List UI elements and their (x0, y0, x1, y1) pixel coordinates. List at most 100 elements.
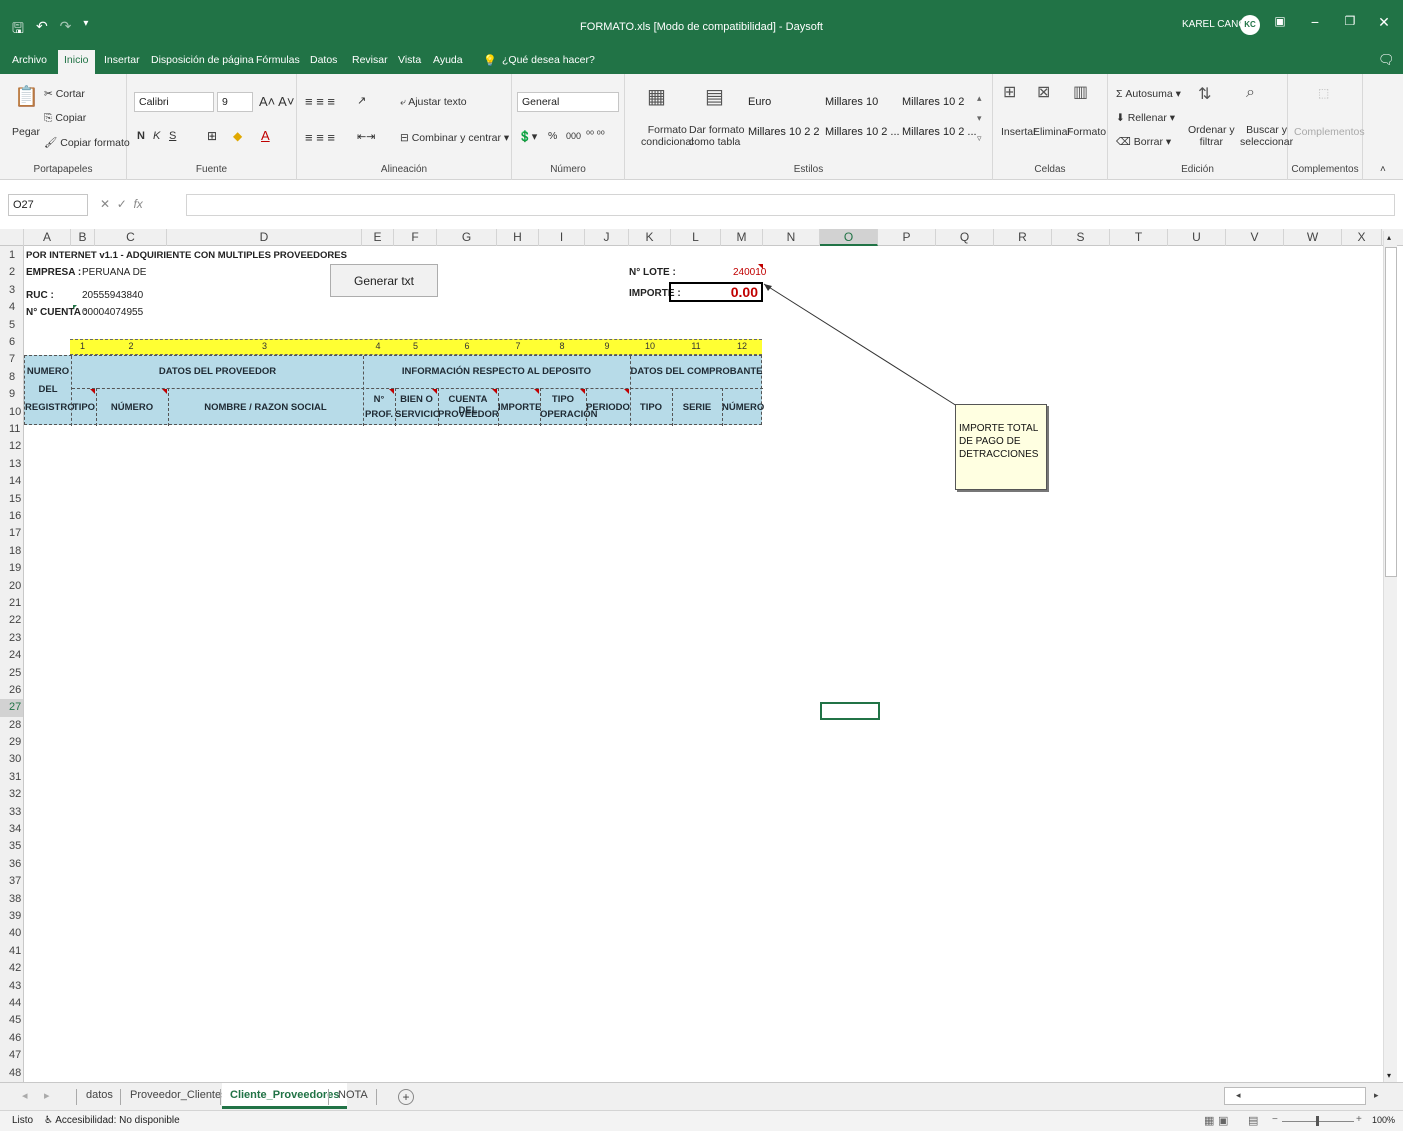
row-header[interactable]: 1 (0, 247, 23, 264)
page-layout-icon[interactable]: ▣ (1218, 1114, 1228, 1127)
user-name[interactable]: KAREL CANO (1182, 19, 1246, 30)
col-header[interactable]: Q (936, 229, 994, 246)
collapse-ribbon-icon[interactable]: ˄ (1380, 164, 1386, 175)
col-header[interactable]: R (994, 229, 1052, 246)
row-header[interactable]: 2 (0, 264, 23, 281)
paste-icon[interactable]: 📋 (14, 84, 39, 109)
styles-scroll-icon[interactable]: ▴ ▾ ▿ (977, 88, 982, 148)
row-header[interactable]: 21 (0, 595, 23, 612)
row-header[interactable]: 15 (0, 491, 23, 508)
format-button[interactable]: Formato (1067, 126, 1106, 138)
row-header[interactable]: 13 (0, 456, 23, 473)
name-box[interactable]: O27 (8, 194, 88, 216)
row-header[interactable]: 6 (0, 334, 23, 351)
thousands-button[interactable]: 000 (566, 131, 581, 141)
sort-filter-icon[interactable]: ⇅ (1198, 84, 1211, 104)
row-header[interactable]: 28 (0, 717, 23, 734)
col-header[interactable]: B (71, 229, 95, 246)
vertical-scroll-thumb[interactable] (1385, 247, 1397, 577)
row-header[interactable]: 16 (0, 508, 23, 525)
accessibility-status[interactable]: ♿ Accesibilidad: No disponible (44, 1115, 180, 1126)
align-left-icon[interactable]: ≡ ≡ ≡ (305, 130, 335, 145)
restore-button[interactable]: ❐ (1338, 14, 1362, 28)
row-header[interactable]: 5 (0, 317, 23, 334)
tab-inicio[interactable]: Inicio (58, 50, 95, 74)
style-euro[interactable]: Euro (748, 96, 771, 108)
row-header[interactable]: 19 (0, 560, 23, 577)
scroll-up-icon[interactable]: ▴ (1387, 233, 1391, 242)
minimize-button[interactable]: − (1303, 14, 1327, 30)
row-header[interactable]: 35 (0, 838, 23, 855)
col-header[interactable]: D (167, 229, 362, 246)
importe-value[interactable]: 0.00 (669, 282, 763, 302)
row-header[interactable]: 30 (0, 751, 23, 768)
merge-center-button[interactable]: ⊟ Combinar y centrar ▾ (400, 132, 509, 144)
row-header[interactable]: 4 (0, 299, 23, 316)
comments-icon[interactable]: 🗨 (1378, 52, 1395, 68)
row-header[interactable]: 3 (0, 282, 23, 299)
next-sheet-icon[interactable]: ▸ (44, 1089, 50, 1102)
addins-button[interactable]: Complementos (1294, 126, 1365, 138)
sheet-tab-nota[interactable]: NOTA (338, 1089, 368, 1101)
ruc-value[interactable]: 20555943840 (82, 290, 143, 301)
row-header[interactable]: 38 (0, 891, 23, 908)
style-millares-10-2-more[interactable]: Millares 10 2 ... (825, 126, 900, 138)
row-header[interactable]: 37 (0, 873, 23, 890)
style-millares-10-2[interactable]: Millares 10 2 (902, 96, 964, 108)
col-header[interactable]: T (1110, 229, 1168, 246)
sort-filter-button[interactable]: Ordenar y filtrar (1188, 124, 1235, 148)
close-button[interactable]: ✕ (1372, 14, 1396, 31)
col-header[interactable]: J (585, 229, 629, 246)
col-header[interactable]: K (629, 229, 671, 246)
formula-input[interactable] (186, 194, 1395, 216)
currency-icon[interactable]: 💲▾ (518, 130, 537, 143)
wrap-text-button[interactable]: ⤶ Ajustar texto (400, 96, 467, 109)
tab-formulas[interactable]: Fórmulas (256, 54, 300, 66)
col-header[interactable]: U (1168, 229, 1226, 246)
page-break-icon[interactable]: ▤ (1248, 1114, 1258, 1127)
row-header[interactable]: 36 (0, 856, 23, 873)
number-format-select[interactable]: General (517, 92, 619, 112)
copy-button[interactable]: ⎘ Copiar (44, 112, 86, 125)
ribbon-display-icon[interactable]: ▣ (1268, 14, 1292, 28)
row-header[interactable]: 9 (0, 386, 23, 403)
col-header[interactable]: G (437, 229, 497, 246)
italic-button[interactable]: K (153, 130, 160, 142)
row-header[interactable]: 33 (0, 804, 23, 821)
zoom-level[interactable]: 100% (1372, 1115, 1395, 1125)
row-header[interactable]: 23 (0, 630, 23, 647)
normal-view-icon[interactable]: ▦ (1204, 1114, 1214, 1127)
font-color-icon[interactable]: A (261, 128, 270, 143)
col-header[interactable]: L (671, 229, 721, 246)
row-header[interactable]: 32 (0, 786, 23, 803)
cut-button[interactable]: ✂ Cortar (44, 88, 85, 100)
scroll-left-icon[interactable]: ◂ (1236, 1090, 1241, 1101)
tab-revisar[interactable]: Revisar (352, 54, 388, 66)
row-header[interactable]: 22 (0, 612, 23, 629)
style-millares-10-2-more-b[interactable]: Millares 10 2 ... (902, 126, 977, 138)
col-header[interactable]: S (1052, 229, 1110, 246)
empresa-value[interactable]: PERUANA DE (82, 267, 146, 278)
row-header[interactable]: 45 (0, 1012, 23, 1029)
format-as-table-button[interactable]: Dar formato como tabla (689, 124, 744, 148)
insert-button[interactable]: Insertar (1001, 126, 1037, 138)
comment-note[interactable]: IMPORTE TOTAL DE PAGO DE DETRACCIONES (955, 404, 1047, 490)
row-header[interactable]: 18 (0, 543, 23, 560)
row-header[interactable]: 42 (0, 960, 23, 977)
col-header[interactable]: M (721, 229, 763, 246)
row-header[interactable]: 40 (0, 925, 23, 942)
format-as-table-icon[interactable]: ▤ (705, 84, 724, 109)
avatar[interactable]: KC (1240, 15, 1260, 35)
tab-archivo[interactable]: Archivo (12, 54, 47, 66)
tell-me-search[interactable]: ¿Qué desea hacer? (502, 54, 595, 66)
find-icon[interactable]: ⌕ (1246, 84, 1255, 102)
row-header[interactable]: 12 (0, 438, 23, 455)
row-header[interactable]: 10 (0, 404, 23, 421)
zoom-slider-thumb[interactable] (1316, 1116, 1319, 1126)
fill-color-icon[interactable]: ◆ (233, 129, 242, 143)
row-header[interactable]: 20 (0, 578, 23, 595)
tab-vista[interactable]: Vista (398, 54, 421, 66)
prev-sheet-icon[interactable]: ◂ (22, 1089, 28, 1102)
row-header[interactable]: 17 (0, 525, 23, 542)
scroll-down-icon[interactable]: ▾ (1387, 1071, 1391, 1080)
